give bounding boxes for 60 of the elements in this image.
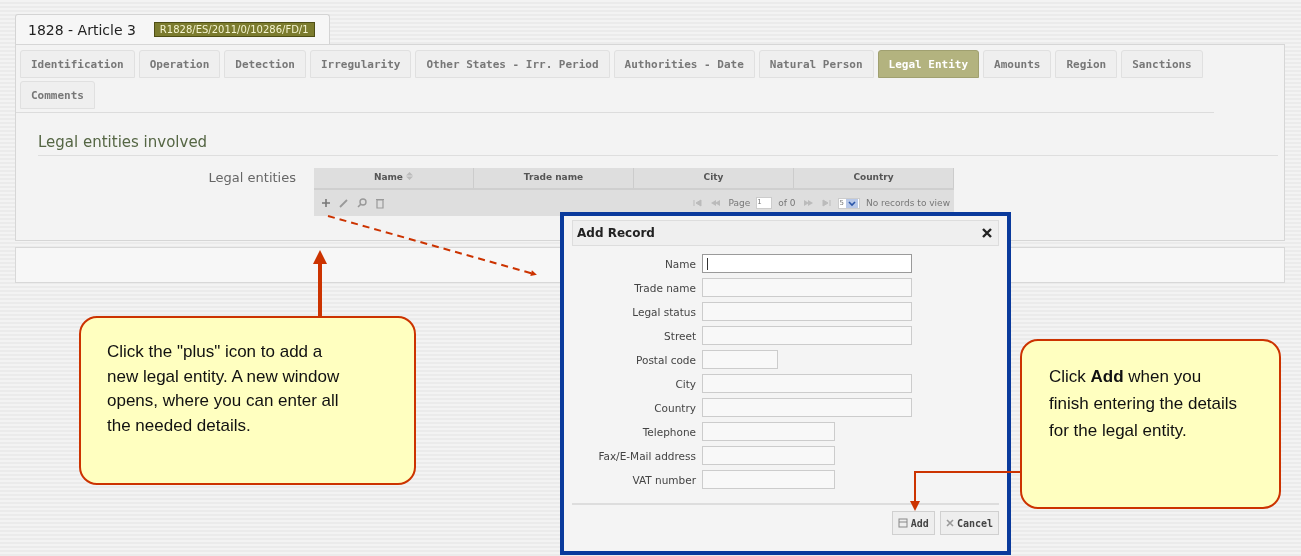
tab[interactable]: Amounts — [983, 50, 1052, 78]
input-field[interactable] — [702, 326, 912, 345]
tab[interactable]: Natural Person — [758, 50, 874, 78]
search-icon[interactable] — [356, 197, 368, 209]
dialog-title: Add Record — [577, 226, 655, 240]
tab[interactable]: Authorities - Date — [613, 50, 755, 78]
close-icon[interactable] — [982, 228, 992, 238]
page-count: of 0 — [778, 198, 796, 208]
form-label: Name — [664, 257, 696, 270]
callout-note: Click the "plus" icon to add a new legal entity. A new window opens, where you can enter all the needed details. — [79, 316, 416, 485]
tab[interactable]: Sanctions — [1121, 50, 1203, 78]
input-field[interactable] — [702, 398, 912, 417]
form-label: Postal code — [635, 353, 696, 366]
input-field[interactable] — [702, 422, 835, 441]
input-field[interactable] — [702, 374, 912, 393]
column-header[interactable]: Name — [314, 168, 474, 188]
tab[interactable]: Detection — [224, 50, 306, 78]
input-field[interactable] — [702, 446, 835, 465]
add-button[interactable]: Add — [891, 511, 935, 535]
field-label: Legal entities — [207, 169, 297, 187]
input-field[interactable] — [702, 350, 778, 369]
column-header[interactable]: Trade name — [474, 168, 634, 188]
form-label: VAT number — [631, 473, 696, 486]
section-title: Legal entities involved — [38, 133, 1278, 156]
input-field[interactable] — [702, 302, 912, 321]
tab[interactable]: Comments — [20, 81, 95, 109]
form-label: Trade name — [633, 281, 696, 294]
trash-icon[interactable] — [374, 197, 386, 209]
tab[interactable]: Other States - Irr. Period — [415, 50, 610, 78]
column-header[interactable]: Country — [794, 168, 954, 188]
page-label: Page — [728, 198, 751, 208]
callout-note: Click Add when you finish entering the details for the legal entity. — [1020, 339, 1281, 509]
input-field[interactable] — [702, 470, 835, 489]
record-title: 1828 - Article 3 — [28, 21, 136, 38]
form-label: Street — [663, 329, 696, 342]
prev-page-icon[interactable] — [710, 197, 723, 209]
first-page-icon[interactable] — [692, 197, 705, 209]
plus-icon[interactable] — [320, 197, 332, 209]
tab[interactable]: Region — [1055, 50, 1118, 78]
input-field[interactable] — [702, 254, 912, 273]
tab[interactable]: Irregularity — [309, 50, 412, 78]
records-status: No records to view — [865, 198, 950, 208]
save-icon — [897, 518, 908, 528]
form-label: Country — [653, 401, 696, 414]
input-field[interactable] — [702, 278, 912, 297]
tab[interactable]: Identification — [20, 50, 135, 78]
column-header[interactable]: City — [634, 168, 794, 188]
next-page-icon[interactable] — [801, 197, 814, 209]
last-page-icon[interactable] — [819, 197, 832, 209]
close-icon — [945, 519, 954, 527]
form-label: City — [674, 377, 696, 390]
reference-badge: R1828/ES/2011/0/10286/FD/1 — [153, 22, 315, 37]
tab[interactable]: Operation — [138, 50, 221, 78]
form-label: Legal status — [631, 305, 696, 318]
cancel-button[interactable]: Cancel — [939, 511, 999, 535]
tab[interactable]: Legal Entity — [877, 50, 980, 78]
form-label: Telephone — [641, 425, 696, 438]
form-label: Fax/E-Mail address — [597, 449, 696, 462]
edit-icon[interactable] — [338, 197, 350, 209]
pointer-arrow — [313, 250, 327, 316]
